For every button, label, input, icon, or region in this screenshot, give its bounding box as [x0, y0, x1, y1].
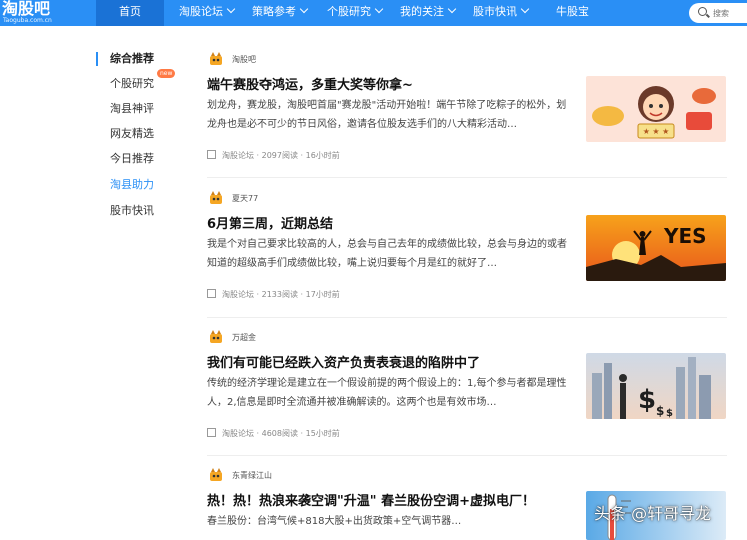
- active-indicator: [96, 52, 98, 66]
- meta-text: 淘股论坛 · 2097阅读 · 16小时前: [222, 151, 340, 160]
- site-logo[interactable]: 淘股吧 Taoguba.com.cn: [2, 0, 62, 25]
- nav-stock-research-label: 个股研究: [327, 5, 371, 18]
- chevron-down-icon: [226, 4, 236, 14]
- svg-text:★ ★ ★: ★ ★ ★: [643, 127, 670, 136]
- logo-name: 淘股吧: [2, 0, 51, 18]
- chevron-down-icon: [374, 4, 384, 14]
- yes-text: YES: [664, 224, 707, 248]
- article-meta: 淘股论坛 · 2133阅读 · 17小时前: [207, 288, 340, 300]
- divider: [207, 455, 727, 456]
- article-thumbnail[interactable]: ★ ★ ★: [586, 76, 726, 142]
- sidebar-item-today[interactable]: 今日推荐: [110, 150, 154, 168]
- article-summary: 传统的经济学理论是建立在一个假设前提的两个假设上的：1,每个参与者都是理性人，2…: [207, 378, 567, 408]
- article-summary: 划龙舟，赛龙股，淘股吧首届"赛龙股"活动开始啦！端午节除了吃粽子的松外，划龙舟也…: [207, 100, 567, 130]
- article-card[interactable]: 淘股吧 端午赛股夺鸿运，多重大奖等你拿~ 划龙舟，赛龙股，淘股吧首届"赛龙股"活…: [207, 52, 727, 172]
- avatar[interactable]: [209, 191, 223, 205]
- nav-strategy-label: 策略参考: [252, 5, 296, 18]
- forum-icon: [207, 428, 216, 437]
- article-meta: 淘股论坛 · 4608阅读 · 15小时前: [207, 427, 340, 439]
- author-name[interactable]: 万超金: [232, 332, 256, 343]
- nav-niugubao[interactable]: 牛股宝: [556, 0, 589, 26]
- article-card[interactable]: 万超金 我们有可能已经跌入资产负责表衰退的陷阱中了 传统的经济学理论是建立在一个…: [207, 330, 727, 450]
- article-meta: 淘股论坛 · 2097阅读 · 16小时前: [207, 149, 340, 161]
- watermark-text: 头条 @轩哥寻龙: [594, 504, 712, 523]
- author-name[interactable]: 东青绿江山: [232, 470, 272, 481]
- sidebar-item-comments[interactable]: 淘县神评: [110, 100, 154, 118]
- nav-home[interactable]: 首页: [96, 0, 164, 26]
- nav-news-flash[interactable]: 股市快讯: [473, 0, 530, 26]
- article-summary: 春兰股份：台湾气候+818大股+出货政策+空气调节器…: [207, 516, 462, 527]
- article-title[interactable]: 我们有可能已经跌入资产负责表衰退的陷阱中了: [207, 352, 480, 371]
- sidebar-item-recommended[interactable]: 综合推荐: [110, 50, 154, 68]
- nav-following-label: 我的关注: [400, 5, 444, 18]
- search-input[interactable]: [713, 6, 747, 20]
- svg-text:$: $: [656, 404, 664, 418]
- nav-following[interactable]: 我的关注: [400, 0, 457, 26]
- chevron-down-icon: [447, 4, 457, 14]
- sidebar-item-news[interactable]: 股市快讯: [110, 202, 154, 220]
- avatar[interactable]: [209, 468, 223, 482]
- meta-text: 淘股论坛 · 2133阅读 · 17小时前: [222, 290, 340, 299]
- nav-stock-research[interactable]: 个股研究: [327, 0, 384, 26]
- divider: [207, 317, 727, 318]
- search-icon[interactable]: [698, 7, 707, 16]
- article-title[interactable]: 端午赛股夺鸿运，多重大奖等你拿~: [207, 74, 413, 93]
- article-card[interactable]: 夏天77 6月第三周，近期总结 我是个对自己要求比较高的人，总会与自己去年的成绩…: [207, 191, 727, 311]
- nav-niugubao-label: 牛股宝: [556, 5, 589, 18]
- forum-icon: [207, 150, 216, 159]
- logo-domain: Taoguba.com.cn: [3, 17, 52, 24]
- avatar[interactable]: [209, 330, 223, 344]
- watermark: 头条 @轩哥寻龙: [594, 500, 711, 524]
- svg-text:$: $: [666, 408, 673, 419]
- new-badge: new: [157, 69, 176, 78]
- article-title[interactable]: 6月第三周，近期总结: [207, 213, 333, 232]
- article-summary: 我是个对自己要求比较高的人，总会与自己去年的成绩做比较，总会与身边的或者知道的超…: [207, 239, 567, 269]
- chevron-down-icon: [299, 4, 309, 14]
- festival-image: ★ ★ ★: [586, 76, 726, 142]
- sidebar-item-selected[interactable]: 网友精选: [110, 125, 154, 143]
- nav-forum[interactable]: 淘股论坛: [179, 0, 236, 26]
- meta-text: 淘股论坛 · 4608阅读 · 15小时前: [222, 429, 340, 438]
- sidebar-item-stock-research[interactable]: 个股研究: [110, 75, 154, 93]
- divider: [207, 177, 727, 178]
- nav-forum-label: 淘股论坛: [179, 5, 223, 18]
- avatar[interactable]: [209, 52, 223, 66]
- author-name[interactable]: 夏天77: [232, 193, 258, 204]
- article-thumbnail[interactable]: $ $ $: [586, 353, 726, 419]
- nav-strategy[interactable]: 策略参考: [252, 0, 309, 26]
- svg-text:$: $: [638, 385, 656, 415]
- search-box[interactable]: [689, 3, 747, 23]
- nav-home-label: 首页: [119, 5, 141, 18]
- chevron-down-icon: [520, 4, 530, 14]
- article-title[interactable]: 热！热！热浪来袭空调"升温" 春兰股份空调+虚拟电厂！: [207, 490, 535, 509]
- author-name[interactable]: 淘股吧: [232, 54, 256, 65]
- forum-icon: [207, 289, 216, 298]
- nav-news-flash-label: 股市快讯: [473, 5, 517, 18]
- article-thumbnail[interactable]: YES: [586, 215, 726, 281]
- city-dollar-image: $ $ $: [586, 353, 726, 419]
- top-navigation-bar: 淘股吧 Taoguba.com.cn 首页 淘股论坛 策略参考 个股研究 我的关…: [0, 0, 747, 26]
- sidebar-item-support[interactable]: 淘县助力: [110, 176, 154, 194]
